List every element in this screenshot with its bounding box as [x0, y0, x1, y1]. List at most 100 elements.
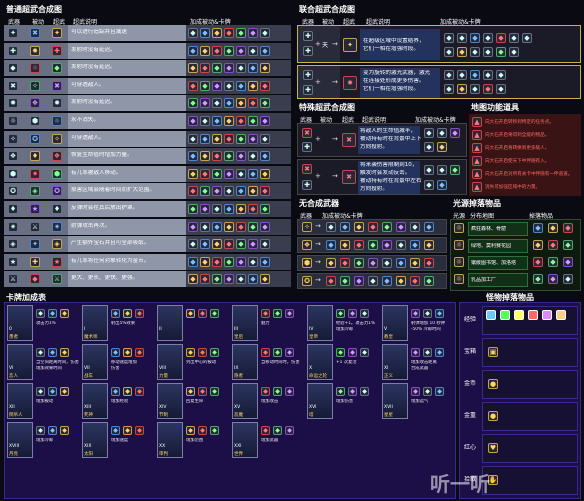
card-icon: ◆	[340, 240, 350, 250]
weapon-icon: ✚	[8, 46, 18, 56]
special-super-icon: ✖	[342, 170, 356, 184]
card-icon: ◆	[410, 258, 420, 268]
card-icon: ◆	[200, 257, 210, 267]
card-name: 皇后	[234, 335, 243, 340]
card-number: IV	[309, 327, 314, 332]
super-weapon-icon: ☼	[52, 116, 62, 126]
card-icon: ◆	[188, 222, 198, 232]
card-bonus-icon: ◆	[336, 348, 345, 357]
monster-drop-label: 金重	[464, 412, 477, 419]
card-icon: ◆	[444, 70, 454, 80]
card-icon: ◆	[260, 116, 270, 126]
card-icon: ◆	[260, 239, 270, 249]
normal-fusion-row: ✹ ❖ ✹ 发射时没有延迟。 ◆ ◆ ◆ ◆ ◆ ◆ ◆	[4, 95, 291, 111]
card-icon: ◆	[248, 239, 258, 249]
arrow-sign: →	[315, 240, 321, 248]
card-icon: ◆	[483, 33, 493, 43]
row-description: 发射时没有延迟。	[71, 99, 116, 105]
card-icon: ◆	[224, 222, 234, 232]
card-number: IX	[234, 366, 239, 371]
weapon-icon: ❖	[8, 151, 18, 161]
card-icon: ◆	[424, 180, 434, 190]
card-bonus-icon: ◆	[36, 309, 45, 318]
super-weapon-icon: ★	[52, 257, 62, 267]
weapon-icon: ✷	[8, 222, 18, 232]
card-icon: ◆	[410, 222, 420, 232]
arrow-sign: →	[332, 135, 338, 143]
special-desc-line: 方向投射。	[360, 186, 388, 192]
passive-icon: ✧	[30, 81, 40, 91]
row-description: 反弹时会在其后放出护罩。	[71, 205, 139, 211]
drop-item-icon: ◆	[533, 240, 543, 250]
card-number: XIX	[84, 444, 92, 449]
special-passive-icon: ✚	[302, 180, 312, 190]
card-icon: ◆	[382, 240, 392, 250]
card-bonus-text: 当空间距离时间，伤害	[36, 360, 79, 365]
card-icon: ◆	[248, 81, 258, 91]
card-bonus-icon: ◆	[60, 426, 69, 435]
card-icon: ◆	[212, 81, 222, 91]
drop-item-icon: ◆	[533, 223, 543, 233]
card-icon: ◆	[236, 274, 246, 284]
card-icon: ◆	[457, 33, 467, 43]
card-icon: ◆	[437, 142, 447, 152]
card-bonus-icon: ◆	[36, 426, 45, 435]
arrow-sign: →	[315, 276, 321, 284]
card-name: 塔	[309, 413, 314, 418]
card-name: 倒吊人	[9, 413, 23, 418]
card-bonus-icon: ◆	[186, 309, 195, 318]
card-name: 星星	[384, 413, 393, 418]
union-super-icon: ✦	[343, 38, 357, 52]
card-bonus-icon: ◆	[111, 309, 120, 318]
union-weapon-icon: ✚	[303, 85, 313, 95]
union-desc-line: 它们一相在增强时段。	[363, 86, 419, 92]
super-weapon-icon: ◈	[52, 239, 62, 249]
weapon-icon: ✪	[8, 186, 18, 196]
card-icon: ◆	[236, 46, 246, 56]
gem-icon	[542, 310, 552, 320]
normal-fusion-row: ♦ ★ ♦ 反弹时会在其后放出护罩。 ◆ ◆ ◆ ◆ ◆ ◆ ◆	[4, 201, 291, 217]
special-super-icon: ✖	[342, 133, 356, 147]
super-weapon-icon: ⚔	[52, 274, 62, 284]
special-passive-icon: ✚	[302, 142, 312, 152]
nofusion-row: ✪ → ◆ ◆ ◆ ◆ ◆ ◆ ◆ ◆	[297, 273, 447, 289]
weapon-icon: ✹	[8, 98, 18, 108]
light-map-name: 绿地、莫利赛花园	[471, 243, 512, 249]
drop-item-icon: ◆	[563, 257, 573, 267]
card-icon: ◆	[496, 47, 506, 57]
row-description: 发射时没有延迟。	[71, 47, 116, 53]
weapon-icon: ☼	[8, 116, 18, 126]
card-name: 恋人	[9, 374, 18, 379]
card-icon: ◆	[248, 63, 258, 73]
card-name: 隐者	[234, 374, 243, 379]
card-icon: ◆	[470, 33, 480, 43]
card-bonus-icon: ◆	[348, 387, 357, 396]
card-icon: ◆	[470, 47, 480, 57]
super-weapon-icon: ✧	[52, 134, 62, 144]
card-icon: ◆	[224, 257, 234, 267]
card-icon: ◆	[248, 204, 258, 214]
passive-icon: ◆	[30, 274, 40, 284]
card-icon: ◆	[200, 28, 210, 38]
row-description: 更大、更长、更快、更强。	[71, 275, 139, 281]
card-bonus-icon: ◆	[336, 309, 345, 318]
card-icon: ◆	[188, 239, 198, 249]
card-bonus-icon: ◆	[198, 387, 207, 396]
light-source-icon: ☼	[454, 240, 464, 250]
normal-title: 普通超武合成图	[6, 5, 62, 14]
card-icon: ◆	[212, 204, 222, 214]
union-desc-line: 在连接处形成更多伤害。	[363, 78, 425, 84]
card-icon: ◆	[260, 222, 270, 232]
card-icon: ◆	[212, 46, 222, 56]
row-description: 产生额外宝石并且可全部吸取。	[71, 240, 150, 246]
super-weapon-icon: ✹	[52, 98, 62, 108]
light-map-name: 疯狂森林、骨窟	[471, 226, 507, 232]
card-bonus-icon: ◆	[36, 348, 45, 357]
card-bonus-icon: ◆	[111, 348, 120, 357]
gem-icon	[486, 310, 496, 320]
watermark-text: 听一听	[430, 472, 490, 496]
union-row-1: ✚ ✚ + 天 → ✦ 在超级区域中设置结界， 它们一相在增强时段。 ◆ ◆ ◆…	[297, 25, 581, 63]
card-bonus-icon: ◆	[210, 309, 219, 318]
card-icon: ◆	[212, 239, 222, 249]
card-number: I	[84, 327, 86, 332]
